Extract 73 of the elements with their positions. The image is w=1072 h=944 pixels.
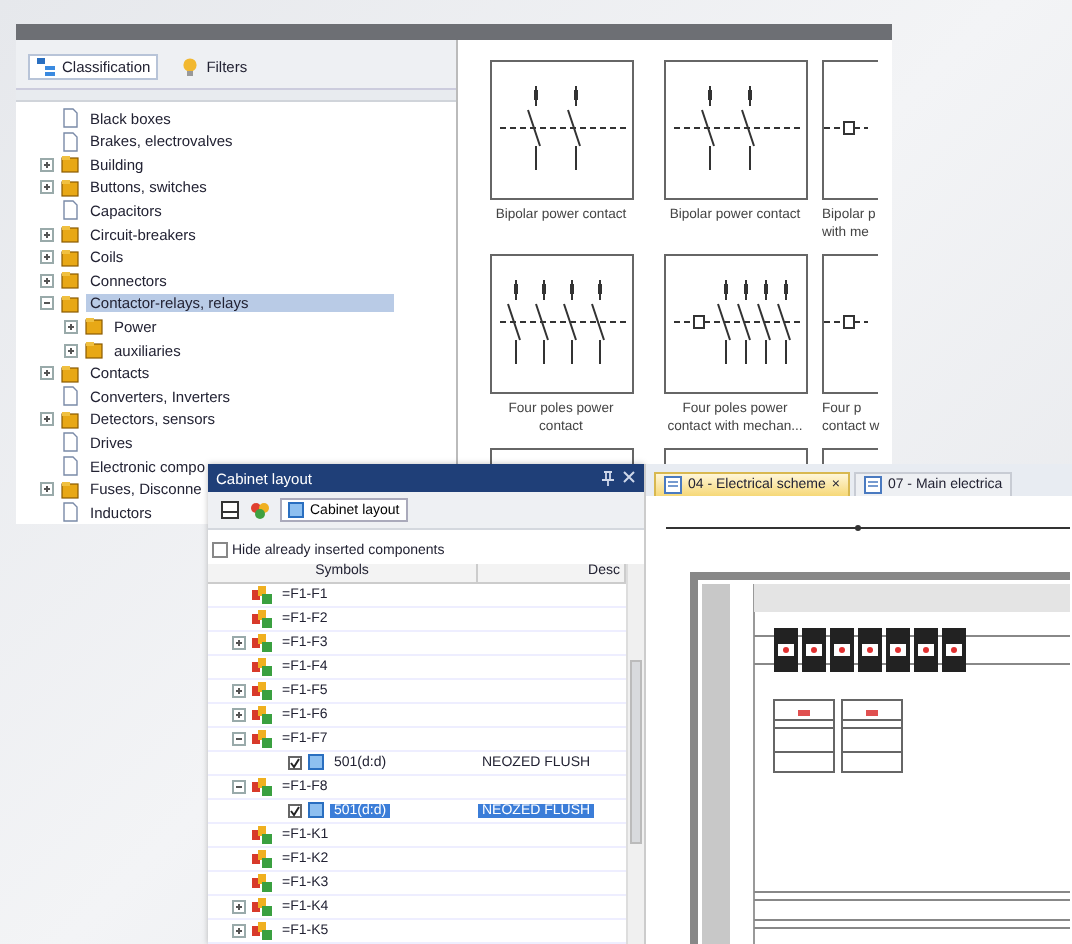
symbol-card[interactable]: [663, 60, 807, 200]
components-icon[interactable]: [250, 500, 270, 520]
symbol-card[interactable]: [822, 254, 878, 394]
component-group-icon: [252, 777, 272, 796]
collapse-icon[interactable]: [40, 296, 54, 311]
component-group-icon: [252, 729, 272, 748]
pin-icon[interactable]: [602, 470, 614, 486]
expand-icon[interactable]: [40, 412, 54, 427]
folder-icon: [60, 224, 80, 245]
component-group-icon: [252, 825, 272, 844]
component-group-icon: [252, 897, 272, 916]
hierarchy-icon: [36, 58, 56, 76]
expand-icon[interactable]: [64, 319, 78, 334]
expand-icon[interactable]: [232, 683, 246, 698]
component-group-icon: [252, 873, 272, 892]
component-group-icon: [252, 585, 272, 604]
page-icon: [60, 432, 80, 453]
collapse-icon[interactable]: [232, 779, 246, 794]
document-icon: [664, 476, 682, 494]
expand-icon[interactable]: [40, 366, 54, 381]
component-group-icon: [252, 633, 272, 652]
checkbox[interactable]: [288, 755, 302, 770]
folder-icon: [60, 247, 80, 268]
checkbox[interactable]: [288, 803, 302, 818]
expand-icon[interactable]: [40, 273, 54, 288]
close-icon[interactable]: [622, 470, 636, 484]
symbol-icon: [308, 754, 324, 771]
expand-icon[interactable]: [40, 180, 54, 195]
symbol-icon: [308, 802, 324, 819]
expand-icon[interactable]: [40, 482, 54, 497]
page-icon: [60, 131, 80, 152]
component-group-icon: [252, 681, 272, 700]
symbol-card[interactable]: [822, 448, 878, 464]
page-icon: [60, 456, 80, 477]
expand-icon[interactable]: [64, 343, 78, 358]
expand-icon[interactable]: [232, 707, 246, 722]
symbol-card[interactable]: [489, 60, 633, 200]
expand-icon[interactable]: [232, 923, 246, 938]
folder-icon: [60, 293, 80, 314]
symbol-card[interactable]: [663, 254, 807, 394]
lightbulb-icon: [180, 58, 201, 76]
folder-icon: [60, 409, 80, 430]
component-group-icon: [252, 609, 272, 628]
component-group-icon: [252, 849, 272, 868]
panel-icon[interactable]: [220, 500, 240, 520]
document-icon: [863, 476, 882, 494]
cabinet-icon: [288, 502, 304, 518]
expand-icon[interactable]: [232, 635, 246, 650]
expand-icon[interactable]: [40, 250, 54, 265]
scrollbar[interactable]: [626, 564, 644, 944]
folder-icon: [60, 479, 80, 500]
expand-icon[interactable]: [40, 157, 54, 172]
folder-icon: [60, 154, 80, 175]
symbol-card[interactable]: [489, 254, 633, 394]
component-group-icon: [252, 921, 272, 940]
page-icon: [60, 200, 80, 221]
folder-icon: [84, 340, 104, 361]
folder-icon: [60, 270, 80, 291]
component-group-icon: [252, 657, 272, 676]
component-group-icon: [252, 705, 272, 724]
expand-icon[interactable]: [232, 899, 246, 914]
page-icon: [60, 386, 80, 407]
collapse-icon[interactable]: [232, 731, 246, 746]
folder-icon: [60, 363, 80, 384]
symbol-card[interactable]: [822, 60, 878, 200]
scrollbar-thumb[interactable]: [630, 660, 642, 844]
folder-icon: [60, 177, 80, 198]
symbol-card[interactable]: [489, 448, 633, 464]
folder-icon: [84, 316, 104, 337]
page-icon: [60, 108, 80, 129]
symbol-card[interactable]: [663, 448, 807, 464]
checkbox[interactable]: [212, 542, 228, 558]
expand-icon[interactable]: [40, 227, 54, 242]
